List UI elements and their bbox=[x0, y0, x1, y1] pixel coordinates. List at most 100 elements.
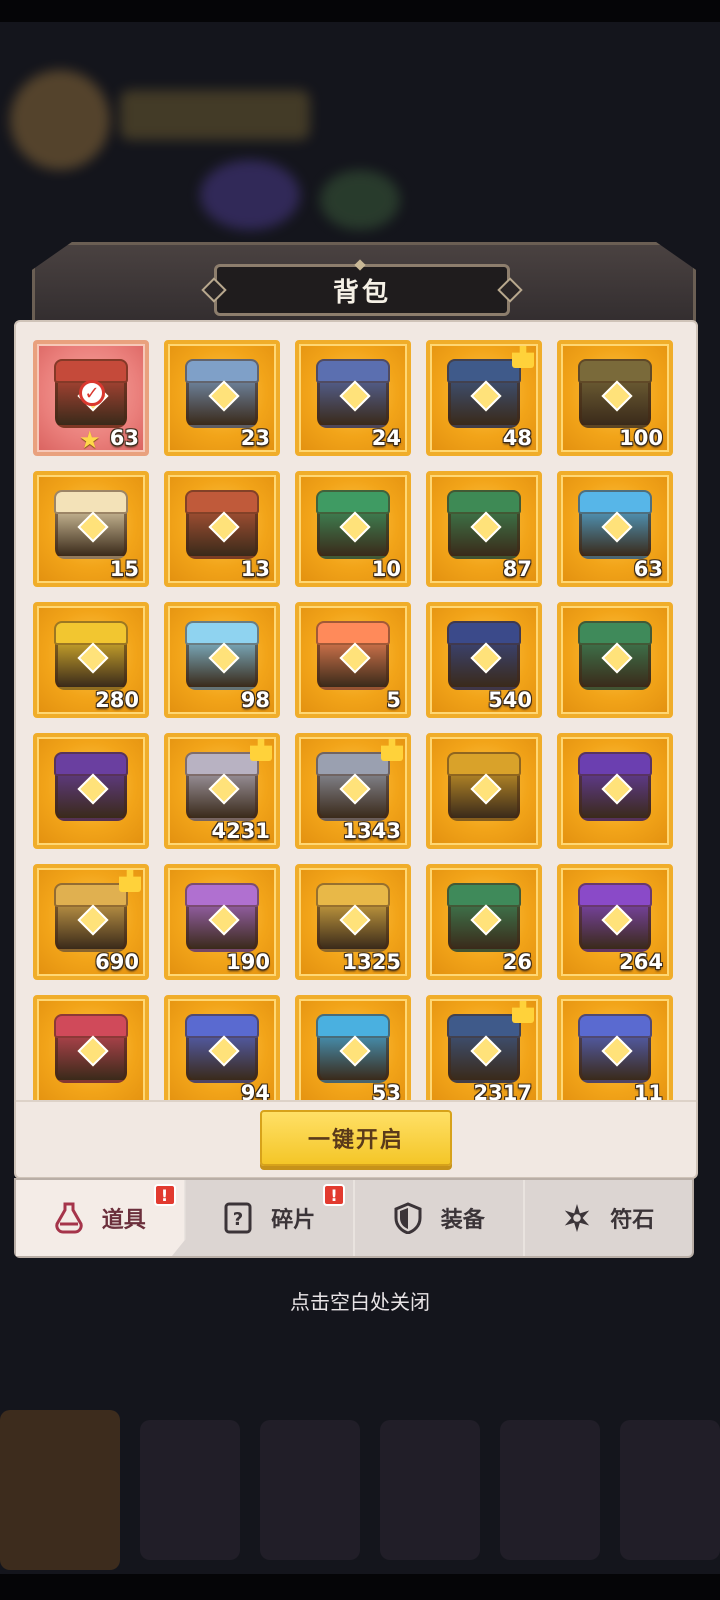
item-chest-icon bbox=[578, 621, 652, 690]
inventory-slot[interactable]: 13 bbox=[164, 471, 280, 587]
star-icon: ★ bbox=[79, 426, 101, 454]
inventory-slot[interactable]: 190 bbox=[164, 864, 280, 980]
alert-badge: ! bbox=[323, 1184, 345, 1206]
chest-gem bbox=[601, 380, 633, 412]
item-count: 15 bbox=[109, 557, 139, 581]
chest-gem bbox=[339, 904, 371, 936]
tab-equipment[interactable]: 装备 bbox=[355, 1180, 525, 1256]
inventory-slot[interactable]: 100 bbox=[557, 340, 673, 456]
chest-lid bbox=[316, 359, 390, 383]
item-count: 10 bbox=[371, 557, 401, 581]
inventory-slot[interactable]: 264 bbox=[557, 864, 673, 980]
item-count: 1343 bbox=[342, 819, 401, 843]
inventory-slot[interactable]: 10 bbox=[295, 471, 411, 587]
inventory-slot[interactable]: 63 bbox=[557, 471, 673, 587]
item-count: 94 bbox=[240, 1081, 270, 1100]
inventory-slot[interactable]: 15 bbox=[33, 471, 149, 587]
inventory-slot[interactable]: 2317 bbox=[426, 995, 542, 1100]
chest-gem bbox=[77, 1035, 109, 1067]
tab-items[interactable]: 道具 ! bbox=[16, 1180, 186, 1256]
grid-divider bbox=[16, 1100, 696, 1102]
item-count: 13 bbox=[240, 557, 270, 581]
inventory-slot[interactable]: 11 bbox=[557, 995, 673, 1100]
shield-icon bbox=[393, 1202, 423, 1234]
chest-lid bbox=[185, 621, 259, 645]
inventory-slot[interactable]: 1343 bbox=[295, 733, 411, 849]
item-chest-icon bbox=[185, 752, 259, 821]
chest-gem bbox=[77, 904, 109, 936]
chest-gem bbox=[470, 380, 502, 412]
inventory-content: ✓ ★ 63 23 24 48 100 15 13 10 87 63 280 98 5 540 4231 1343… bbox=[14, 320, 698, 1179]
chest-gem bbox=[208, 380, 240, 412]
item-chest-icon bbox=[54, 883, 128, 952]
chest-lid bbox=[316, 621, 390, 645]
chest-lid bbox=[54, 490, 128, 514]
checkmark-icon: ✓ bbox=[79, 380, 105, 406]
item-count: 264 bbox=[619, 950, 663, 974]
item-chest-icon bbox=[54, 752, 128, 821]
chest-lid bbox=[54, 1014, 128, 1038]
fragment-icon bbox=[512, 346, 534, 368]
chest-gem bbox=[208, 511, 240, 543]
inventory-slot[interactable] bbox=[426, 733, 542, 849]
inventory-slot[interactable]: ✓ ★ 63 bbox=[33, 340, 149, 456]
bg-tile bbox=[500, 1420, 600, 1560]
chest-lid bbox=[578, 883, 652, 907]
title-plate: 背包 bbox=[201, 259, 523, 316]
tab-label: 装备 bbox=[440, 1208, 485, 1233]
chest-gem bbox=[208, 642, 240, 674]
chest-lid bbox=[54, 883, 128, 907]
inventory-slot[interactable]: 48 bbox=[426, 340, 542, 456]
chest-lid bbox=[185, 1014, 259, 1038]
inventory-slot[interactable]: 53 bbox=[295, 995, 411, 1100]
nav-bar bbox=[0, 1574, 720, 1600]
chest-lid bbox=[447, 883, 521, 907]
item-count: 26 bbox=[502, 950, 532, 974]
item-count: 63 bbox=[633, 557, 663, 581]
inventory-slot[interactable] bbox=[557, 733, 673, 849]
item-chest-icon bbox=[185, 883, 259, 952]
tab-label: 碎片 bbox=[271, 1208, 316, 1233]
chest-gem bbox=[208, 773, 240, 805]
rune-star-icon bbox=[562, 1202, 592, 1234]
chest-lid bbox=[316, 1014, 390, 1038]
open-all-button[interactable]: 一键开启 bbox=[260, 1110, 452, 1166]
inventory-slot[interactable] bbox=[33, 733, 149, 849]
chest-gem bbox=[470, 904, 502, 936]
inventory-slot[interactable]: 94 bbox=[164, 995, 280, 1100]
item-count: 690 bbox=[95, 950, 139, 974]
bg-banner bbox=[120, 90, 310, 140]
chest-lid bbox=[447, 490, 521, 514]
chest-lid bbox=[185, 490, 259, 514]
inventory-slot[interactable]: 4231 bbox=[164, 733, 280, 849]
item-count: 4231 bbox=[211, 819, 270, 843]
inventory-slot[interactable]: 24 bbox=[295, 340, 411, 456]
tab-runes[interactable]: 符石 bbox=[525, 1180, 693, 1256]
inventory-slot[interactable]: 87 bbox=[426, 471, 542, 587]
chest-gem bbox=[339, 380, 371, 412]
chest-gem bbox=[601, 642, 633, 674]
category-tabs: 道具 ! ? 碎片 ! 装备 符石 bbox=[14, 1178, 694, 1258]
chest-gem bbox=[208, 1035, 240, 1067]
fragment-icon bbox=[512, 1001, 534, 1023]
svg-text:?: ? bbox=[233, 1209, 243, 1230]
item-count: 1325 bbox=[342, 950, 401, 974]
chest-gem bbox=[601, 1035, 633, 1067]
inventory-slot[interactable] bbox=[557, 602, 673, 718]
inventory-slot[interactable]: 690 bbox=[33, 864, 149, 980]
inventory-slot[interactable] bbox=[33, 995, 149, 1100]
bg-avatar bbox=[10, 70, 110, 170]
inventory-slot[interactable]: 23 bbox=[164, 340, 280, 456]
inventory-slot[interactable]: 5 bbox=[295, 602, 411, 718]
inventory-slot[interactable]: 26 bbox=[426, 864, 542, 980]
inventory-slot[interactable]: 1325 bbox=[295, 864, 411, 980]
inventory-slot[interactable]: 280 bbox=[33, 602, 149, 718]
item-grid[interactable]: ✓ ★ 63 23 24 48 100 15 13 10 87 63 280 98 5 540 4231 1343… bbox=[33, 340, 683, 1100]
tab-fragments[interactable]: ? 碎片 ! bbox=[186, 1180, 355, 1256]
inventory-slot[interactable]: 98 bbox=[164, 602, 280, 718]
chest-lid bbox=[316, 752, 390, 776]
chest-gem bbox=[470, 511, 502, 543]
bg-tile bbox=[140, 1420, 240, 1560]
inventory-slot[interactable]: 540 bbox=[426, 602, 542, 718]
question-card-icon: ? bbox=[223, 1202, 253, 1234]
